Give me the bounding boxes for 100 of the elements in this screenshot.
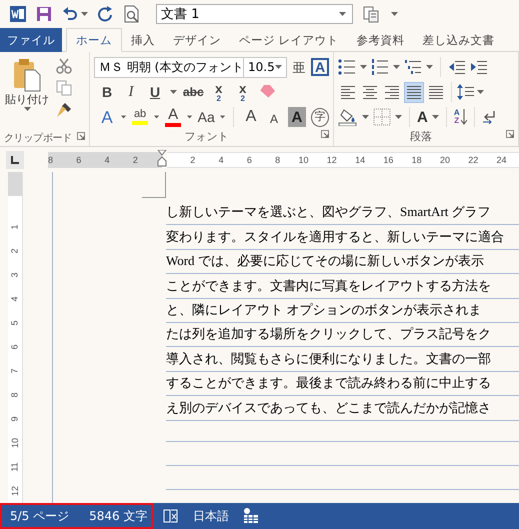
paste-button[interactable]: 貼り付け: [4, 56, 50, 130]
bold-button[interactable]: B: [98, 82, 116, 102]
caret-icon[interactable]: [391, 12, 398, 16]
ruler-number: 8: [274, 154, 280, 166]
ruler-number: 2: [132, 154, 139, 166]
numbering-icon[interactable]: [371, 59, 389, 75]
character-border-button[interactable]: A: [311, 58, 329, 76]
alignment-button[interactable]: [404, 82, 424, 102]
text-effect-button[interactable]: A: [98, 107, 116, 127]
document-text-line: え別のデバイスであっても、どこまで読んだかが記憶さ: [166, 398, 491, 417]
document-text-line: たは列を追加する場所をクリックして、プラス記号をク: [166, 325, 491, 344]
document-name-field[interactable]: 文書 1: [156, 4, 353, 24]
crop-mark: [142, 172, 166, 198]
bullets-icon[interactable]: [338, 59, 356, 75]
caret-icon[interactable]: [362, 115, 369, 119]
grow-font-button[interactable]: A: [242, 107, 260, 127]
ruler-number: 6: [76, 154, 82, 166]
print-preview-icon[interactable]: [124, 5, 140, 23]
font-size-field[interactable]: 10.5: [243, 56, 287, 78]
ruler-number: 24: [496, 154, 507, 166]
font-color-button[interactable]: A: [164, 107, 182, 127]
multilevel-list-icon[interactable]: [404, 59, 422, 75]
line-spacing-icon[interactable]: [457, 84, 475, 100]
borders-icon[interactable]: [373, 108, 391, 126]
ruler-number: 4: [104, 154, 111, 166]
dialog-launcher-icon[interactable]: [321, 130, 329, 138]
status-item[interactable]: 5/5 ページ: [10, 508, 70, 524]
ruler-number: 14: [354, 154, 366, 166]
ruler-number: 3: [10, 272, 20, 278]
ribbon-tab[interactable]: 挿入: [122, 28, 164, 52]
caret-icon[interactable]: [339, 12, 346, 16]
file-tab[interactable]: ファイル: [0, 28, 62, 52]
group-label: クリップボード: [4, 132, 72, 145]
language-status[interactable]: 日本語: [193, 508, 229, 524]
ruler-number: 2: [10, 248, 20, 254]
document-text-line: ことができます。文書内に写真をレイアウトする方法を: [166, 276, 491, 295]
ribbon-tab[interactable]: ホーム: [66, 28, 122, 52]
caret-icon[interactable]: [81, 12, 88, 16]
ribbon-tab[interactable]: 参考資料: [348, 28, 414, 52]
ruler-number: 12: [326, 154, 337, 166]
underline-button[interactable]: U: [146, 82, 164, 102]
group-label: 段落: [410, 128, 432, 144]
ruler-number: 8: [48, 154, 54, 166]
layout-icon[interactable]: [243, 508, 259, 524]
caret-icon[interactable]: [477, 90, 484, 94]
ruler-number: 10: [10, 438, 20, 448]
ruler-number: 18: [410, 154, 422, 166]
font-name-field[interactable]: ＭＳ 明朝 (本文のフォント: [94, 56, 244, 78]
ribbon-tab[interactable]: 差し込み文書: [414, 28, 504, 52]
ruler-number: 16: [382, 154, 394, 166]
caret-icon[interactable]: [170, 90, 177, 94]
ruler-number: 1: [10, 224, 20, 230]
format-painter-icon[interactable]: [56, 102, 72, 118]
caret-icon[interactable]: [360, 65, 367, 69]
caret-icon[interactable]: [275, 65, 282, 69]
document-text-line: 変わります。スタイルを適用すると、新しいテーマに適合: [166, 228, 504, 246]
asian-layout-button[interactable]: A: [417, 108, 428, 126]
phonetic-guide-button[interactable]: 亜: [290, 57, 308, 77]
caret-icon[interactable]: [121, 115, 126, 119]
change-case-button[interactable]: Aa: [197, 107, 216, 127]
caret-icon[interactable]: [395, 115, 402, 119]
decrease-indent-icon[interactable]: [448, 60, 466, 74]
undo-icon[interactable]: [62, 7, 78, 21]
clipboard-icon: [12, 58, 42, 92]
caret-icon[interactable]: [24, 107, 30, 111]
caret-icon[interactable]: [426, 65, 433, 69]
document-text-line: Word では、必要に応じてその場に新しいボタンが表示: [166, 252, 484, 270]
status-item[interactable]: 5846 文字: [89, 508, 148, 524]
shrink-font-button[interactable]: A: [264, 109, 283, 129]
indent-marker-icon[interactable]: [157, 150, 167, 170]
ruler-number: 7: [10, 368, 20, 374]
proofing-icon[interactable]: [163, 508, 179, 524]
highlight-button[interactable]: ab: [131, 107, 150, 127]
ruler-number: 22: [467, 154, 478, 166]
caret-icon[interactable]: [154, 115, 160, 119]
caret-icon[interactable]: [220, 115, 226, 119]
tab-selector-icon[interactable]: [6, 150, 24, 168]
word-icon[interactable]: [10, 6, 26, 22]
enclosed-character-button[interactable]: 字: [310, 108, 329, 126]
redo-icon[interactable]: [98, 6, 114, 22]
strikethrough-button[interactable]: abc: [183, 82, 204, 102]
ribbon-tab[interactable]: デザイン: [164, 28, 230, 52]
dialog-launcher-icon[interactable]: [77, 132, 85, 140]
caret-icon[interactable]: [393, 65, 400, 69]
caret-icon[interactable]: [187, 115, 192, 119]
increase-indent-icon[interactable]: [470, 60, 488, 74]
sort-button[interactable]: A Z: [454, 109, 467, 125]
save-icon[interactable]: [36, 6, 52, 22]
shading-icon[interactable]: [338, 108, 358, 126]
caret-icon[interactable]: [432, 115, 439, 119]
dialog-launcher-icon[interactable]: [506, 130, 514, 138]
scissors-icon[interactable]: [56, 58, 72, 74]
touch-mode-icon[interactable]: [363, 5, 381, 23]
ribbon-tab[interactable]: ページ レイアウト: [230, 28, 348, 52]
document-text-line: し新しいテーマを選ぶと、図やグラフ、SmartArt グラフ: [166, 203, 491, 222]
italic-button[interactable]: I: [122, 82, 140, 102]
ruler-number: 11: [10, 462, 20, 472]
character-shading-button[interactable]: A: [288, 107, 306, 127]
group-label: フォント: [184, 128, 228, 144]
ruler-number: 6: [246, 154, 252, 166]
